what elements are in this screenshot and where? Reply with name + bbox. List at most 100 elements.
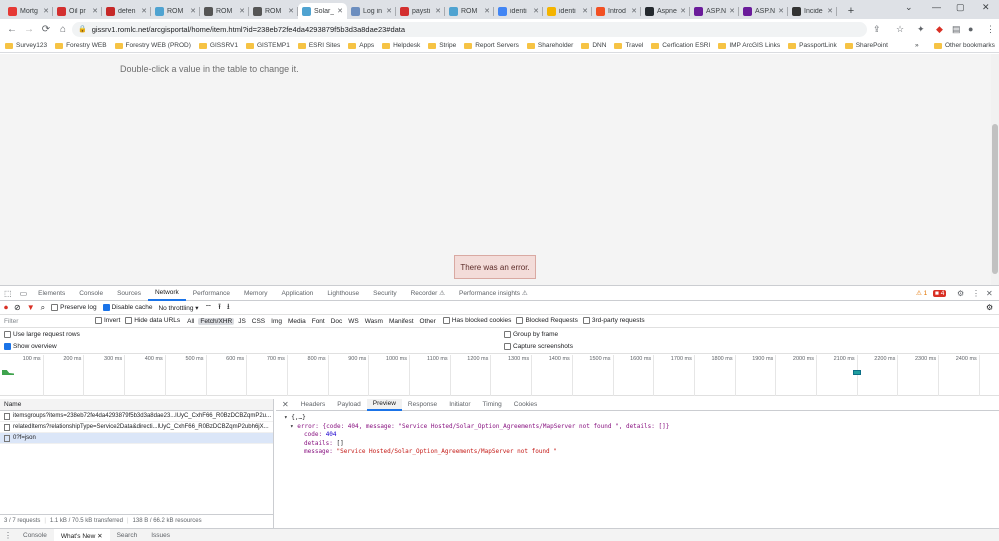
extensions-icon[interactable]: ✦ xyxy=(917,24,925,35)
tab-close-icon[interactable]: ✕ xyxy=(288,7,294,15)
capture-screenshots-checkbox[interactable]: Capture screenshots xyxy=(504,343,573,351)
bookmark-forestry-web[interactable]: Forestry WEB xyxy=(55,42,107,49)
device-toolbar-icon[interactable]: ▭ xyxy=(16,289,32,298)
tab-close-icon[interactable]: ✕ xyxy=(582,7,588,15)
devtools-tab-recorder[interactable]: Recorder ⚠ xyxy=(404,286,452,301)
filter-type-font[interactable]: Font xyxy=(310,318,327,325)
drawer-tab-search[interactable]: Search xyxy=(110,529,145,541)
bookmark-gistemp1[interactable]: GISTEMP1 xyxy=(245,42,290,49)
filter-type-other[interactable]: Other xyxy=(418,318,438,325)
details-tab-payload[interactable]: Payload xyxy=(331,399,367,411)
tab-close-icon[interactable]: ✕ xyxy=(533,7,539,15)
bookmarks-overflow-icon[interactable]: » xyxy=(915,42,919,49)
browser-tab[interactable]: ASP.N ✕ xyxy=(739,3,788,19)
other-bookmarks[interactable]: Other bookmarks xyxy=(934,42,995,49)
error-count[interactable]: ■ 4 xyxy=(933,289,947,297)
record-icon[interactable]: ⏺ xyxy=(4,303,8,313)
bookmark-helpdesk[interactable]: Helpdesk xyxy=(382,42,420,49)
browser-tab[interactable]: identi ✕ xyxy=(543,3,592,19)
devtools-tab-application[interactable]: Application xyxy=(275,286,321,301)
bookmark-survey123[interactable]: Survey123 xyxy=(5,42,47,49)
details-tab-preview[interactable]: Preview xyxy=(366,398,402,411)
bookmark-dnn[interactable]: DNN xyxy=(581,42,606,49)
throttling-select[interactable]: No throttling ▾ xyxy=(158,304,198,312)
show-overview-checkbox[interactable]: Show overview xyxy=(4,343,504,351)
profile-avatar-icon[interactable]: ● xyxy=(968,24,973,34)
tab-close-icon[interactable]: ✕ xyxy=(386,7,392,15)
network-settings-icon[interactable]: ⚙ xyxy=(986,303,993,312)
scrollbar-thumb[interactable] xyxy=(992,124,998,274)
devtools-tab-memory[interactable]: Memory xyxy=(237,286,274,301)
devtools-tab-lighthouse[interactable]: Lighthouse xyxy=(320,286,366,301)
request-row[interactable]: 0?f=json xyxy=(0,433,273,444)
maximize-icon[interactable]: ▢ xyxy=(956,2,965,13)
browser-tab[interactable]: paysti ✕ xyxy=(396,3,445,19)
browser-tab[interactable]: ROM ✕ xyxy=(200,3,249,19)
warning-count[interactable]: ⚠ 1 xyxy=(916,289,927,297)
browser-tab[interactable]: ASP.N ✕ xyxy=(690,3,739,19)
devtools-tab-security[interactable]: Security xyxy=(366,286,403,301)
devtools-close-icon[interactable]: ✕ xyxy=(986,289,993,298)
request-row[interactable]: itemsgroups?items=238eb72fe4da4293879f5b… xyxy=(0,411,273,422)
devtools-settings-icon[interactable]: ⚙ xyxy=(957,289,964,298)
export-har-icon[interactable]: ⭳ xyxy=(227,301,230,315)
tab-close-icon[interactable]: ✕ xyxy=(680,7,686,15)
filter-type-ws[interactable]: WS xyxy=(346,318,360,325)
network-overview-timeline[interactable]: 100 ms 200 ms 300 ms 400 ms 500 ms 600 ms 700 … xyxy=(0,355,999,396)
tab-close-icon[interactable]: ✕ xyxy=(729,7,735,15)
json-error-line[interactable]: ▾ error: {code: 404, message: "Service H… xyxy=(284,423,991,432)
filter-type-wasm[interactable]: Wasm xyxy=(363,318,385,325)
details-tab-response[interactable]: Response xyxy=(402,399,443,411)
details-tab-timing[interactable]: Timing xyxy=(477,399,508,411)
details-tab-initiator[interactable]: Initiator xyxy=(443,399,476,411)
bookmark-passportlink[interactable]: PassportLink xyxy=(788,42,837,49)
tab-close-icon[interactable]: ✕ xyxy=(484,7,490,15)
tab-close-icon[interactable]: ✕ xyxy=(190,7,196,15)
filter-type-all[interactable]: All xyxy=(185,318,196,325)
bookmark-travel[interactable]: Travel xyxy=(614,42,643,49)
devtools-tab-console[interactable]: Console xyxy=(72,286,110,301)
bookmark-sharepoint[interactable]: SharePoint xyxy=(844,42,888,49)
devtools-menu-icon[interactable]: ⋮ xyxy=(972,289,980,298)
bookmark-report-servers[interactable]: Report Servers xyxy=(464,42,519,49)
devtools-tab-network[interactable]: Network xyxy=(147,286,186,301)
inspect-element-icon[interactable]: ⬚ xyxy=(0,289,16,298)
filter-type-media[interactable]: Media xyxy=(286,318,308,325)
json-root[interactable]: ▾ {,…} xyxy=(284,414,991,423)
drawer-tab-what-s-new[interactable]: What's New ✕ xyxy=(53,528,110,541)
browser-tab[interactable]: Incide ✕ xyxy=(788,3,837,19)
drawer-menu-icon[interactable]: ⋮ xyxy=(0,531,16,540)
search-icon[interactable]: ⌕ xyxy=(41,303,45,313)
bookmark-imp-arcgis-links[interactable]: IMP ArcGIS Links xyxy=(718,42,780,49)
request-row[interactable]: relatedItems?relationshipType=Service2Da… xyxy=(0,422,273,433)
filter-input[interactable]: Filter xyxy=(4,318,90,325)
filter-type-manifest[interactable]: Manifest xyxy=(387,318,416,325)
tab-close-icon[interactable]: ✕ xyxy=(631,7,637,15)
tab-close-icon[interactable]: ✕ xyxy=(239,7,245,15)
devtools-tab-elements[interactable]: Elements xyxy=(31,286,72,301)
minimize-icon[interactable]: — xyxy=(932,2,941,12)
tab-close-icon[interactable]: ✕ xyxy=(337,7,343,15)
disable-cache-checkbox[interactable]: Disable cache xyxy=(102,303,152,311)
invert-checkbox[interactable]: Invert xyxy=(95,317,120,325)
drawer-tab-issues[interactable]: Issues xyxy=(144,529,177,541)
bookmark-forestry-web-prod[interactable]: Forestry WEB (PROD) xyxy=(114,42,191,49)
new-tab-button[interactable]: + xyxy=(843,3,859,19)
filter-type-img[interactable]: Img xyxy=(269,318,284,325)
address-bar[interactable]: 🔒 gissrv1.romlc.net/arcgisportal/home/it… xyxy=(72,21,867,37)
extension-badge-icon[interactable]: ◆ xyxy=(936,24,943,35)
bookmark-gissrv1[interactable]: GISSRV1 xyxy=(198,42,238,49)
browser-tab[interactable]: ROM ✕ xyxy=(249,3,298,19)
reload-button[interactable]: ⟳ xyxy=(37,24,55,35)
browser-tab[interactable]: defen ✕ xyxy=(102,3,151,19)
network-conditions-icon[interactable]: ⌔ xyxy=(205,303,213,313)
bookmark-apps[interactable]: Apps xyxy=(348,42,374,49)
devtools-tab-performance-insights[interactable]: Performance insights ⚠ xyxy=(452,286,535,301)
filter-type-js[interactable]: JS xyxy=(236,318,248,325)
forward-button[interactable]: → xyxy=(20,24,38,35)
lock-icon[interactable]: 🔒 xyxy=(78,25,87,33)
home-button[interactable]: ⌂ xyxy=(54,24,72,35)
browser-tab[interactable]: Oil pr ✕ xyxy=(53,3,102,19)
tab-search-icon[interactable]: ⌄ xyxy=(905,2,913,13)
third-party-checkbox[interactable]: 3rd-party requests xyxy=(582,317,645,325)
